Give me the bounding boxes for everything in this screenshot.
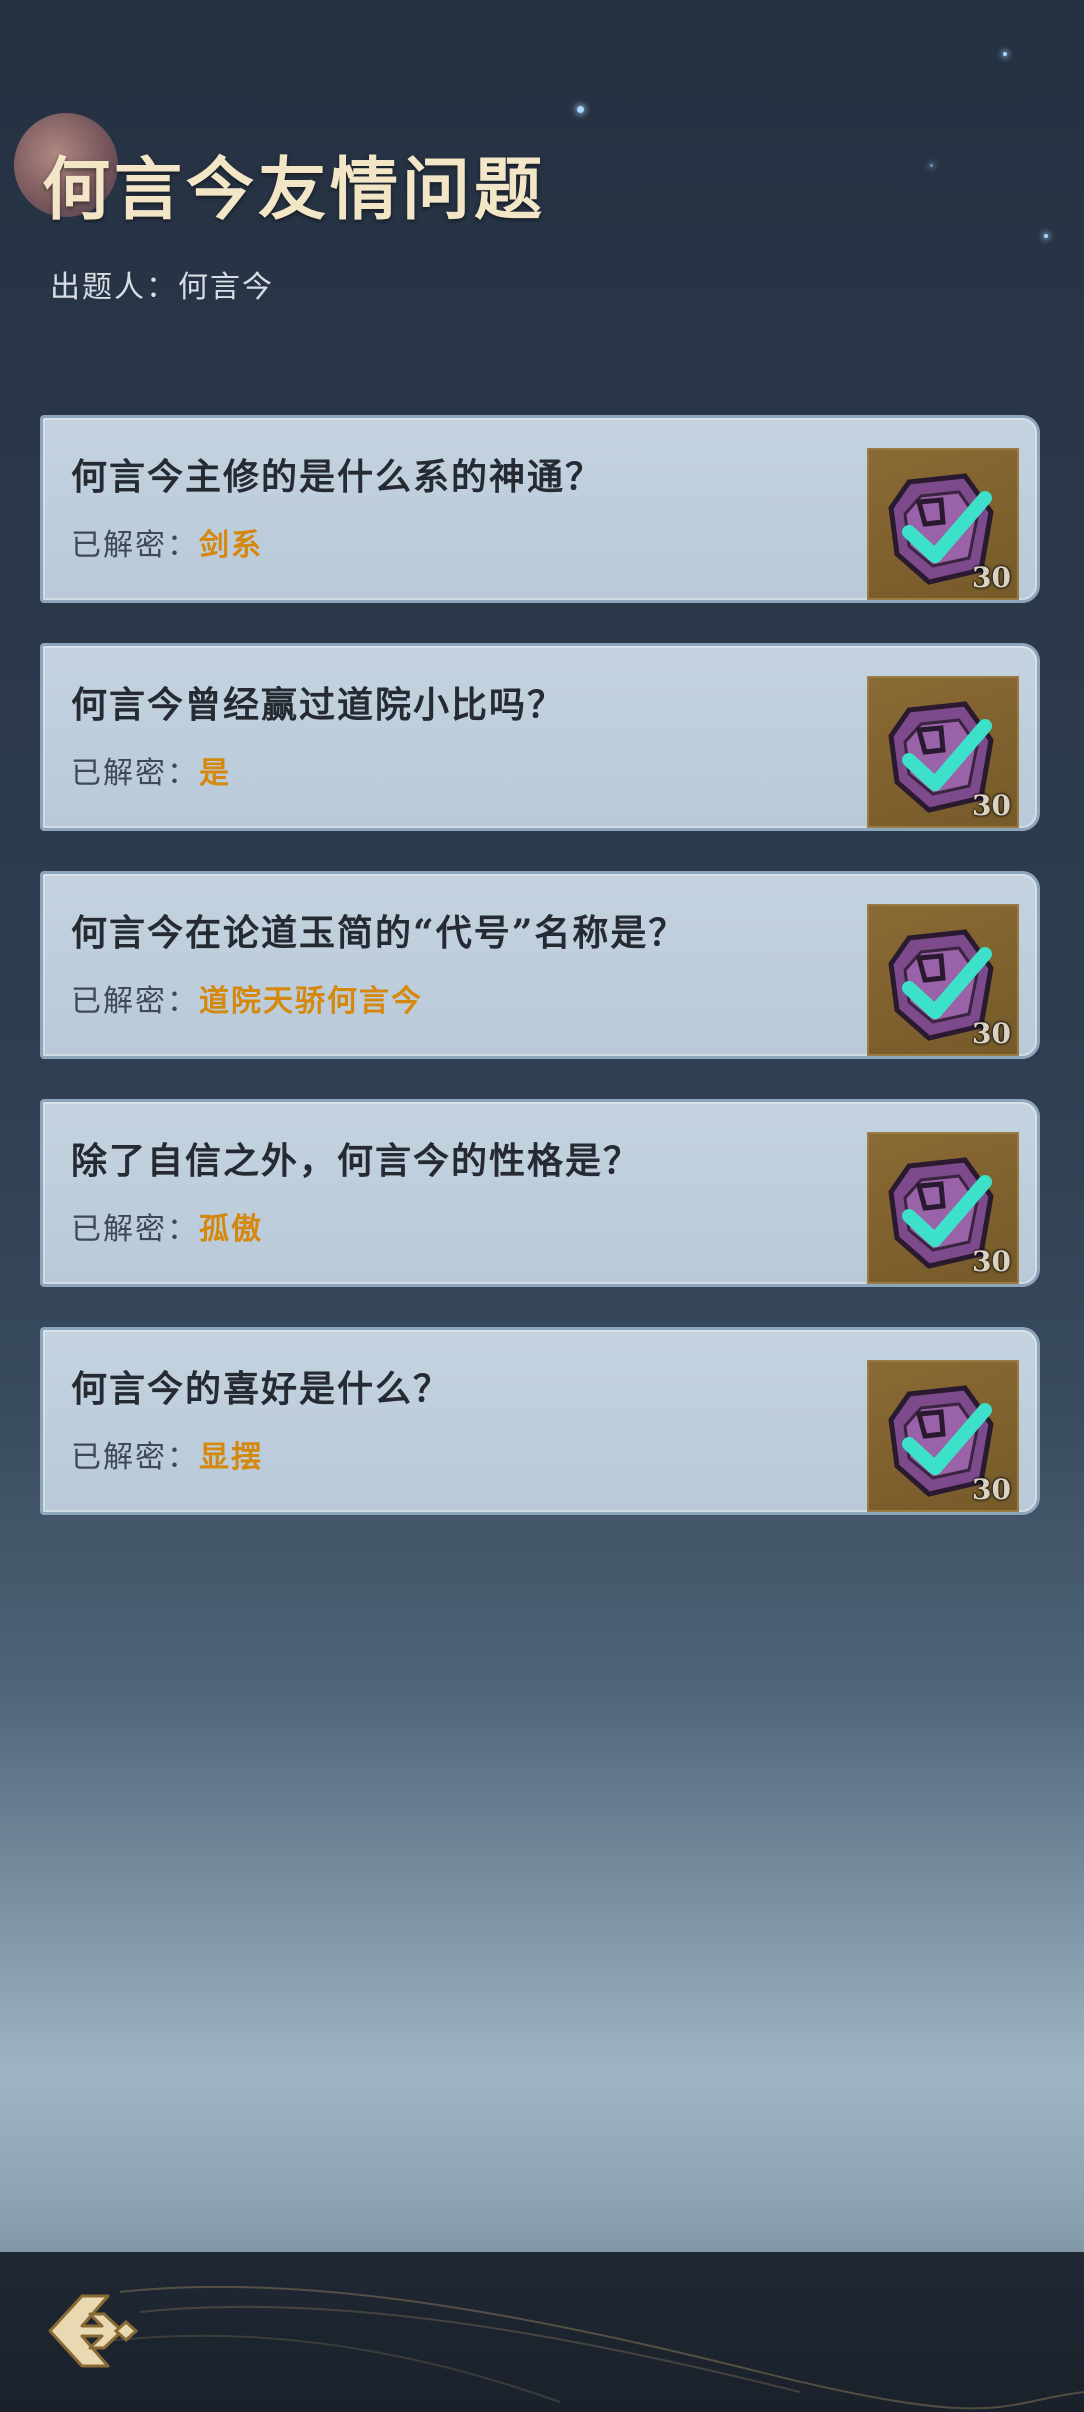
reward-badge: 30 — [867, 676, 1019, 828]
answer-value: 剑系 — [199, 528, 263, 563]
answer-value: 孤傲 — [199, 1212, 263, 1247]
answer-value: 是 — [199, 756, 231, 791]
question-card-2[interactable]: 何言今曾经赢过道院小比吗？ 已解密：是 30 — [40, 643, 1040, 831]
answer-label: 已解密： — [71, 1440, 199, 1475]
author-label: 出题人： — [50, 270, 178, 305]
question-text: 何言今的喜好是什么？ — [71, 1368, 452, 1410]
back-arrow-icon — [48, 2294, 139, 2368]
reward-count: 30 — [972, 789, 1011, 822]
answer-value: 道院天骄何言今 — [199, 984, 423, 1019]
answer-line: 已解密：显摆 — [71, 1432, 263, 1476]
question-card-5[interactable]: 何言今的喜好是什么？ 已解密：显摆 30 — [40, 1327, 1040, 1515]
answer-line: 已解密：孤傲 — [71, 1204, 263, 1248]
reward-count: 30 — [972, 561, 1011, 594]
page-title: 何言今友情问题 — [42, 150, 547, 230]
swirl-decoration — [99, 2285, 1084, 2410]
reward-count: 30 — [972, 1245, 1011, 1278]
bottom-bar — [0, 2252, 1084, 2412]
question-text: 何言今主修的是什么系的神通？ — [71, 456, 604, 498]
answer-label: 已解密： — [71, 1212, 199, 1247]
answer-value: 显摆 — [199, 1440, 263, 1475]
reward-count: 30 — [972, 1017, 1011, 1050]
question-text: 除了自信之外，何言今的性格是？ — [71, 1140, 642, 1182]
reward-badge: 30 — [867, 904, 1019, 1056]
reward-badge: 30 — [867, 1132, 1019, 1284]
reward-badge: 30 — [867, 1360, 1019, 1512]
answer-label: 已解密： — [71, 984, 199, 1019]
question-text: 何言今在论道玉简的“代号”名称是？ — [71, 912, 687, 954]
reward-badge: 30 — [867, 448, 1019, 600]
answer-label: 已解密： — [71, 528, 199, 563]
answer-label: 已解密： — [71, 756, 199, 791]
question-card-1[interactable]: 何言今主修的是什么系的神通？ 已解密：剑系 30 — [40, 415, 1040, 603]
back-button[interactable] — [42, 2286, 152, 2376]
question-card-4[interactable]: 除了自信之外，何言今的性格是？ 已解密：孤傲 30 — [40, 1099, 1040, 1287]
author-line: 出题人：何言今 — [50, 262, 274, 306]
answer-line: 已解密：是 — [71, 748, 231, 792]
answer-line: 已解密：道院天骄何言今 — [71, 976, 423, 1020]
reward-count: 30 — [972, 1473, 1011, 1506]
answer-line: 已解密：剑系 — [71, 520, 263, 564]
question-text: 何言今曾经赢过道院小比吗？ — [71, 684, 566, 726]
question-card-3[interactable]: 何言今在论道玉简的“代号”名称是？ 已解密：道院天骄何言今 30 — [40, 871, 1040, 1059]
author-name: 何言今 — [178, 270, 274, 305]
